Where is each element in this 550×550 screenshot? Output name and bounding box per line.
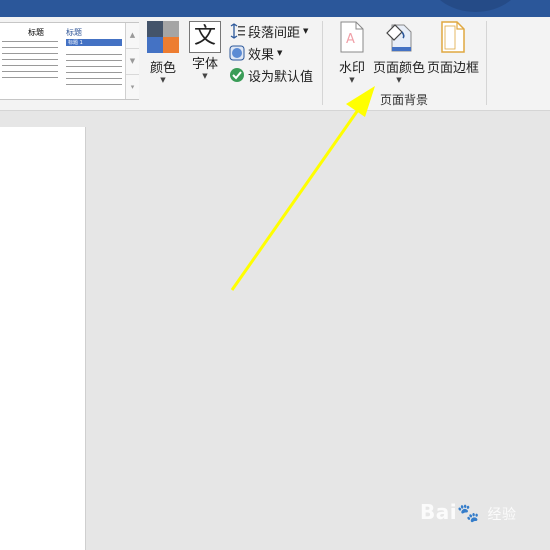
- watermark-logo: Bai🐾 经验: [420, 500, 517, 524]
- annotation-arrow: [230, 86, 375, 291]
